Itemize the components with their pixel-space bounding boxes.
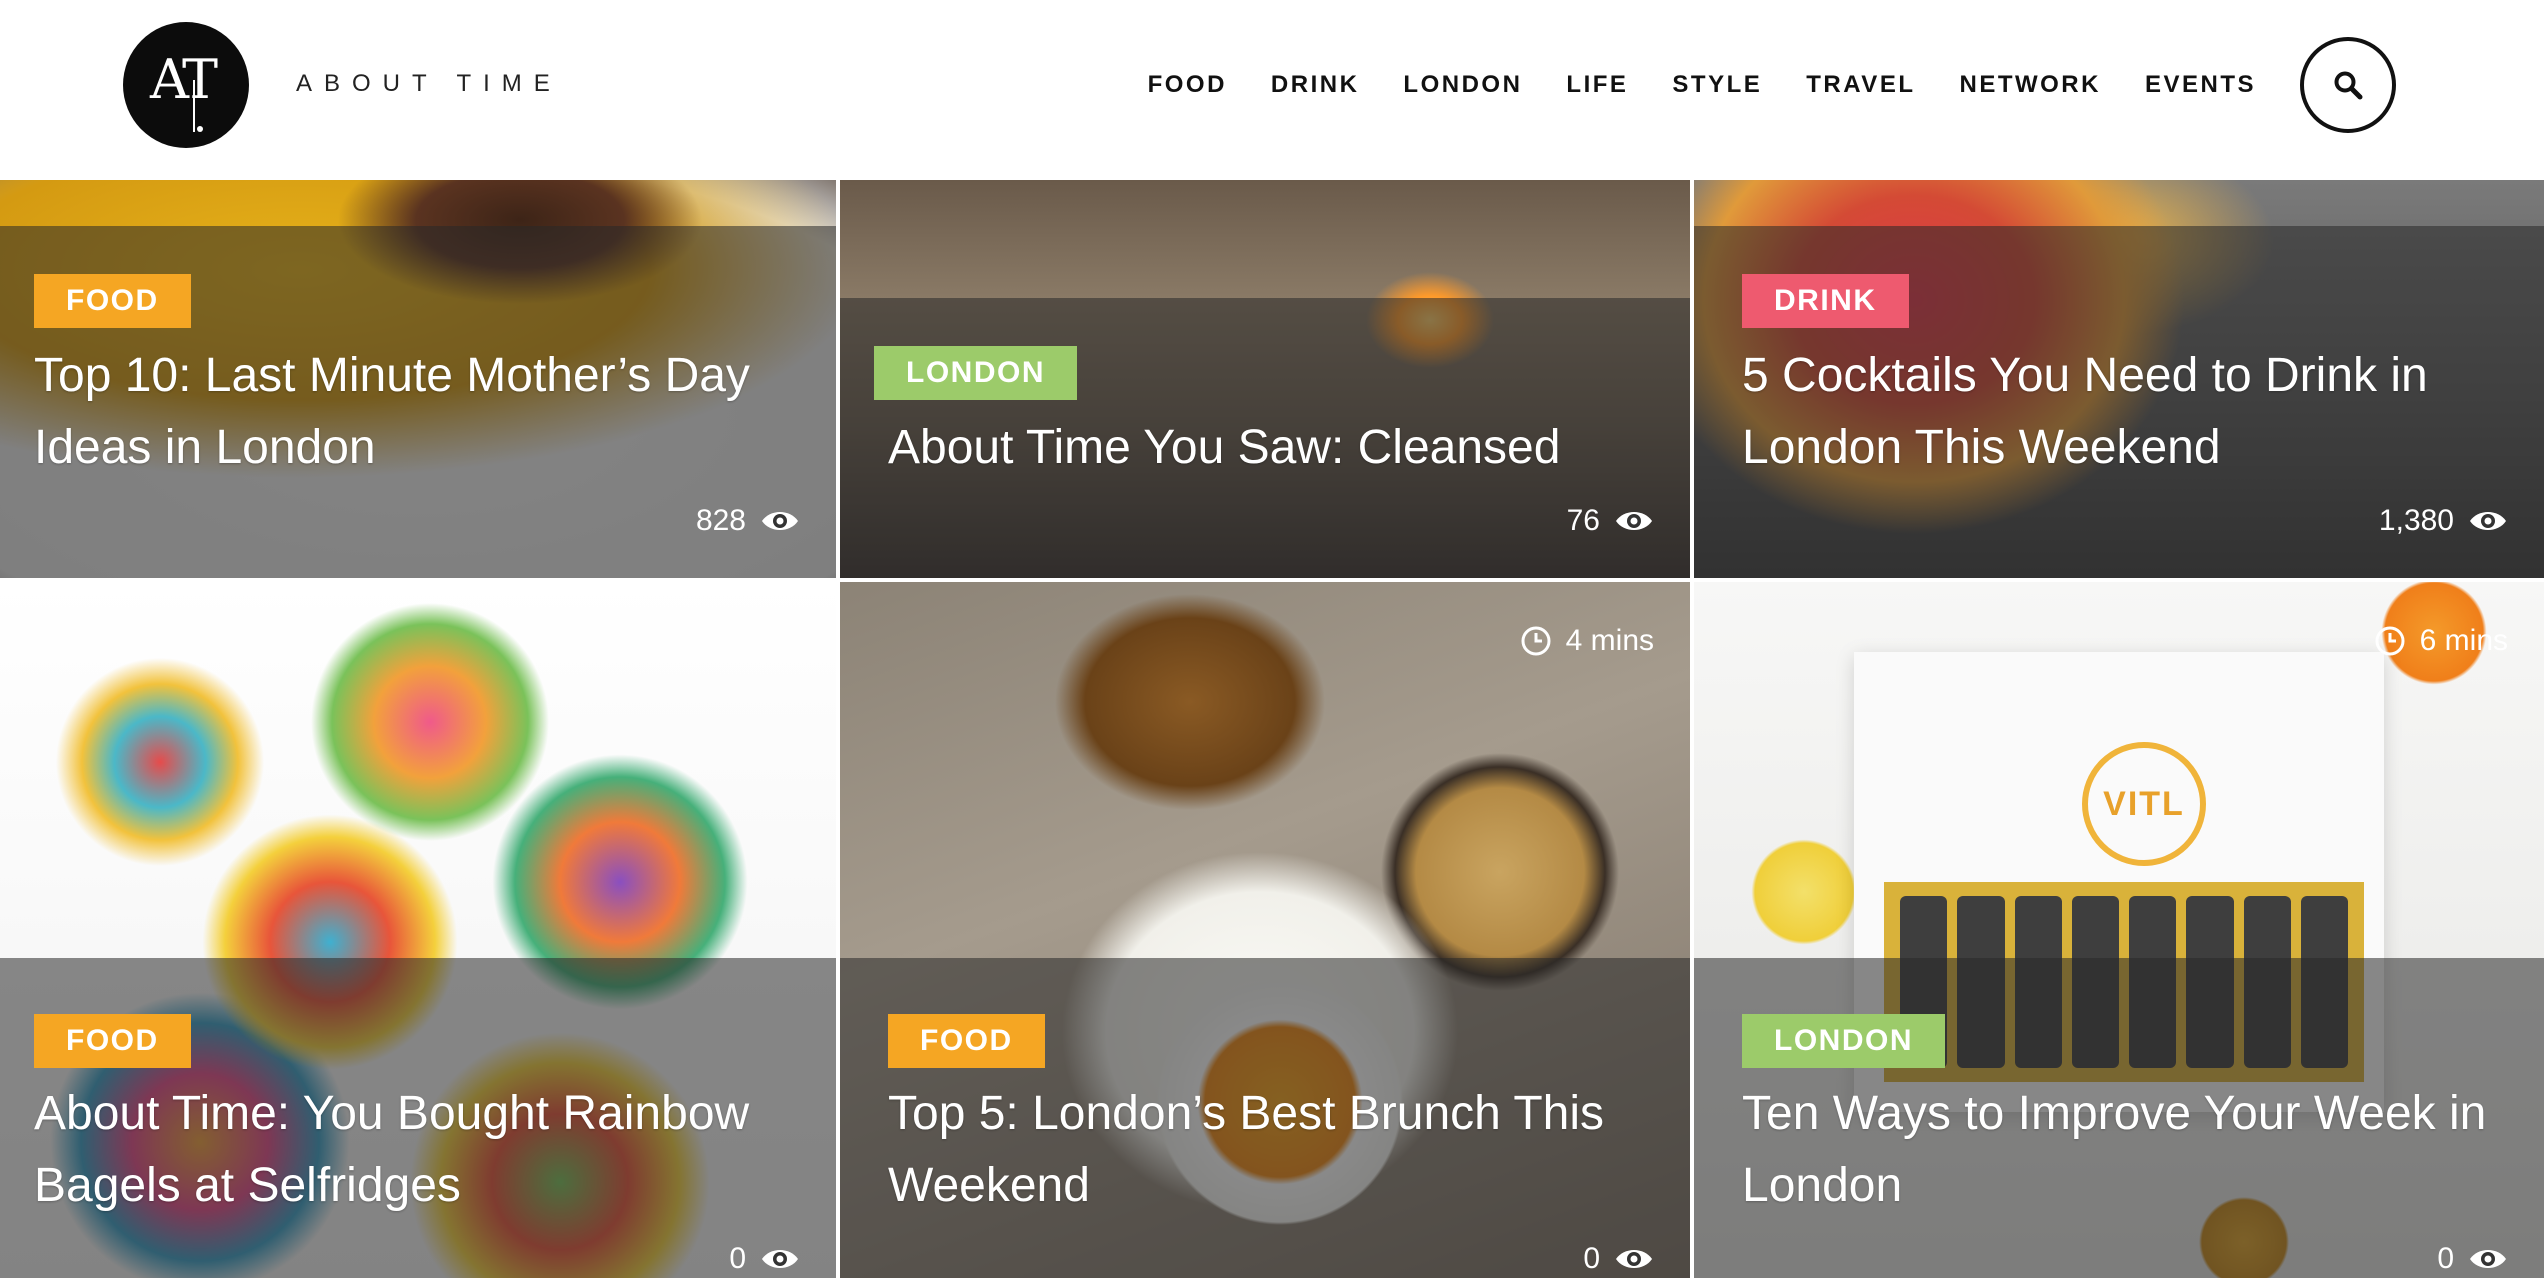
- category-badge[interactable]: DRINK: [1742, 274, 1909, 328]
- view-count: 0: [1583, 1242, 1654, 1276]
- site-logo[interactable]: AT: [123, 22, 249, 148]
- logo-text: AT: [149, 47, 218, 111]
- article-title[interactable]: About Time You Saw: Cleansed: [888, 412, 1650, 484]
- view-count-value: 0: [729, 1242, 746, 1275]
- nav-item-style[interactable]: STYLE: [1672, 71, 1762, 99]
- nav-item-london[interactable]: LONDON: [1403, 71, 1522, 99]
- clock-icon: [2375, 626, 2405, 656]
- category-badge[interactable]: FOOD: [888, 1014, 1045, 1068]
- view-count-value: 0: [2437, 1242, 2454, 1275]
- article-card[interactable]: VITL 6 mins LONDON Ten Ways to Improve Y…: [1694, 582, 2544, 1278]
- article-title[interactable]: 5 Cocktails You Need to Drink in London …: [1742, 340, 2504, 484]
- view-count: 828: [696, 504, 800, 538]
- article-title[interactable]: Top 5: London’s Best Brunch This Weekend: [888, 1078, 1650, 1222]
- nav-item-events[interactable]: EVENTS: [2145, 71, 2256, 99]
- category-badge[interactable]: FOOD: [34, 1014, 191, 1068]
- brand-name[interactable]: ABOUT TIME: [296, 70, 562, 98]
- article-card[interactable]: LONDON About Time You Saw: Cleansed 76: [840, 180, 1690, 578]
- article-title[interactable]: Top 10: Last Minute Mother’s Day Ideas i…: [34, 340, 796, 484]
- eye-icon: [2470, 512, 2506, 530]
- search-icon: [2334, 71, 2363, 100]
- view-count-value: 76: [1566, 504, 1600, 537]
- eye-icon: [762, 1250, 798, 1268]
- article-card[interactable]: DRINK 5 Cocktails You Need to Drink in L…: [1694, 180, 2544, 578]
- clock-icon: [1521, 626, 1551, 656]
- eye-icon: [1616, 1250, 1652, 1268]
- logo-dot: [197, 126, 203, 132]
- nav-item-travel[interactable]: TRAVEL: [1806, 71, 1915, 99]
- view-count-value: 1,380: [2378, 504, 2454, 537]
- site-header: AT ABOUT TIME FOOD DRINK LONDON LIFE STY…: [0, 0, 2544, 180]
- category-badge[interactable]: LONDON: [1742, 1014, 1945, 1068]
- read-time: 6 mins: [2374, 624, 2508, 658]
- nav-item-life[interactable]: LIFE: [1566, 71, 1628, 99]
- view-count: 76: [1567, 504, 1654, 538]
- view-count: 0: [2437, 1242, 2508, 1276]
- category-badge[interactable]: FOOD: [34, 274, 191, 328]
- article-card[interactable]: FOOD About Time: You Bought Rainbow Bage…: [0, 582, 836, 1278]
- view-count: 0: [729, 1242, 800, 1276]
- article-grid: FOOD Top 10: Last Minute Mother’s Day Id…: [0, 180, 2544, 1278]
- article-card[interactable]: FOOD Top 10: Last Minute Mother’s Day Id…: [0, 180, 836, 578]
- nav-item-food[interactable]: FOOD: [1148, 71, 1227, 99]
- view-count-value: 828: [695, 504, 746, 537]
- eye-icon: [1616, 512, 1652, 530]
- article-title[interactable]: About Time: You Bought Rainbow Bagels at…: [34, 1078, 796, 1222]
- search-button[interactable]: [2300, 37, 2396, 133]
- view-count-value: 0: [1583, 1242, 1600, 1275]
- eye-icon: [762, 512, 798, 530]
- category-badge[interactable]: LONDON: [874, 346, 1077, 400]
- read-time-value: 6 mins: [2419, 624, 2508, 657]
- read-time: 4 mins: [1520, 624, 1654, 658]
- nav-item-network[interactable]: NETWORK: [1959, 71, 2100, 99]
- main-nav: FOOD DRINK LONDON LIFE STYLE TRAVEL NETW…: [1104, 0, 2396, 170]
- article-title[interactable]: Ten Ways to Improve Your Week in London: [1742, 1078, 2504, 1222]
- read-time-value: 4 mins: [1565, 624, 1654, 657]
- article-card[interactable]: 4 mins FOOD Top 5: London’s Best Brunch …: [840, 582, 1690, 1278]
- view-count: 1,380: [2379, 504, 2508, 538]
- product-logo: VITL: [2082, 742, 2206, 866]
- eye-icon: [2470, 1250, 2506, 1268]
- logo-stroke: [193, 80, 195, 132]
- nav-item-drink[interactable]: DRINK: [1271, 71, 1360, 99]
